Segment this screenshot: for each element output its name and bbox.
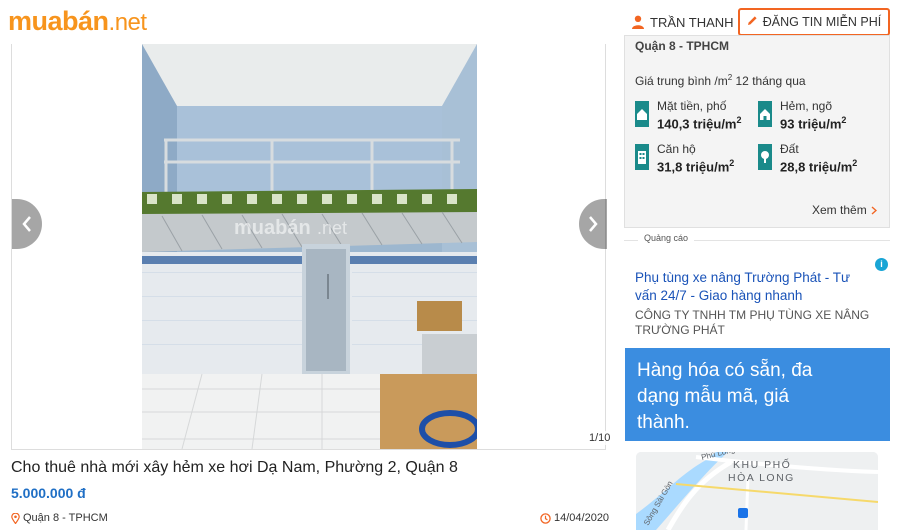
land-icon bbox=[758, 144, 772, 170]
chevron-right-icon bbox=[871, 205, 877, 215]
listing-location: Quận 8 - TPHCM bbox=[11, 512, 108, 524]
price-item-land[interactable]: Đất 28,8 triệu/m2 bbox=[758, 142, 878, 178]
price-item-value: 93 triệu/m2 bbox=[780, 115, 846, 131]
alley-house-icon bbox=[758, 101, 772, 127]
logo-suffix: .net bbox=[108, 9, 148, 36]
sidebar-ad[interactable]: i Phụ tùng xe nâng Trường Phát - Tư vấn … bbox=[625, 255, 890, 530]
unit-sup: 2 bbox=[736, 115, 742, 125]
map-area-label-2: HÒA LONG bbox=[728, 472, 795, 484]
listing-location-text: Quận 8 - TPHCM bbox=[23, 512, 108, 524]
ad-map[interactable]: Phú Long Sông Sài Gòn KHU PHỐ HÒA LONG bbox=[636, 452, 878, 530]
logo-main: muabán bbox=[8, 6, 109, 36]
listing-photo[interactable]: muabán .net bbox=[142, 44, 477, 449]
area-price-widget: Quận 8 - TPHCM Giá trung bình /m2 12 thá… bbox=[624, 35, 890, 228]
listing-page: muabán.net TRẦN THANH ĐĂNG TIN MIỄN PHÍ bbox=[0, 0, 900, 530]
ad-company: CÔNG TY TNHH TM PHỤ TÙNG XE NÂNG TRƯỜNG … bbox=[635, 308, 870, 337]
previous-photo-button[interactable] bbox=[12, 199, 42, 249]
apartment-icon bbox=[635, 144, 649, 170]
price-item-label: Căn hộ bbox=[657, 142, 696, 156]
site-logo[interactable]: muabán.net bbox=[8, 6, 147, 38]
storefront-icon bbox=[635, 101, 649, 127]
ad-info-icon[interactable]: i bbox=[875, 258, 888, 271]
map-pin-icon bbox=[11, 512, 20, 524]
photo-gallery: muabán .net 1/10 bbox=[11, 44, 613, 450]
ad-banner-text: Hàng hóa có sẵn, đa dạng mẫu mã, giá thà… bbox=[637, 360, 813, 433]
photo-counter: 1/10 bbox=[587, 431, 613, 445]
price-item-value: 31,8 triệu/m2 bbox=[657, 158, 734, 174]
listing-price: 5.000.000 đ bbox=[11, 485, 86, 501]
price-item-value: 28,8 triệu/m2 bbox=[780, 158, 857, 174]
pencil-icon bbox=[747, 15, 758, 29]
next-photo-button[interactable] bbox=[579, 199, 607, 249]
post-button-label: ĐĂNG TIN MIỄN PHÍ bbox=[762, 15, 882, 29]
price-item-value: 140,3 triệu/m2 bbox=[657, 115, 742, 131]
price-item-label: Mặt tiền, phố bbox=[657, 99, 727, 113]
ad-banner[interactable]: Hàng hóa có sẵn, đa dạng mẫu mã, giá thà… bbox=[625, 348, 890, 441]
price-item-storefront[interactable]: Mặt tiền, phố 140,3 triệu/m2 bbox=[635, 99, 755, 135]
user-icon bbox=[632, 15, 644, 29]
price-item-alley[interactable]: Hẻm, ngõ 93 triệu/m2 bbox=[758, 99, 878, 135]
see-more-label: Xem thêm bbox=[812, 203, 867, 217]
unit-sup: 2 bbox=[841, 115, 847, 125]
ad-label: Quảng cáo bbox=[641, 233, 692, 243]
photo-watermark-suffix: .net bbox=[317, 218, 347, 238]
listing-date-text: 14/04/2020 bbox=[554, 512, 610, 524]
chevron-right-icon bbox=[589, 216, 598, 232]
price-widget-heading: Quận 8 - TPHCM bbox=[635, 39, 730, 53]
listing-title: Cho thuê nhà mới xây hẻm xe hơi Dạ Nam, … bbox=[11, 459, 458, 476]
divider bbox=[624, 240, 638, 241]
user-account-link[interactable]: TRẦN THANH bbox=[632, 9, 734, 35]
post-free-ad-button[interactable]: ĐĂNG TIN MIỄN PHÍ bbox=[738, 8, 890, 36]
photo-watermark-main: muabán bbox=[234, 217, 311, 239]
ad-title[interactable]: Phụ tùng xe nâng Trường Phát - Tư vấn 24… bbox=[635, 269, 860, 305]
price-widget-subtitle: Giá trung bình /m2 12 tháng qua bbox=[635, 73, 806, 88]
clock-icon bbox=[540, 512, 551, 524]
user-name: TRẦN THANH bbox=[650, 14, 734, 30]
divider bbox=[694, 240, 890, 241]
listing-date: 14/04/2020 bbox=[540, 512, 609, 524]
unit-sup: 2 bbox=[729, 158, 735, 168]
price-item-label: Hẻm, ngõ bbox=[780, 99, 833, 113]
price-item-label: Đất bbox=[780, 142, 799, 156]
map-area-label-1: KHU PHỐ bbox=[733, 459, 792, 471]
subtitle-suffix: 12 tháng qua bbox=[732, 74, 806, 88]
price-item-apartment[interactable]: Căn hộ 31,8 triệu/m2 bbox=[635, 142, 755, 178]
ad-label-row: Quảng cáo bbox=[624, 233, 890, 247]
subtitle-prefix: Giá trung bình /m bbox=[635, 74, 728, 88]
chevron-left-icon bbox=[22, 216, 31, 232]
price-value-text: 28,8 triệu/m bbox=[780, 159, 853, 175]
price-value-text: 31,8 triệu/m bbox=[657, 159, 730, 175]
unit-sup: 2 bbox=[852, 158, 858, 168]
price-value-text: 140,3 triệu/m bbox=[657, 116, 737, 132]
see-more-link[interactable]: Xem thêm bbox=[812, 203, 877, 217]
price-value-text: 93 triệu/m bbox=[780, 116, 842, 132]
